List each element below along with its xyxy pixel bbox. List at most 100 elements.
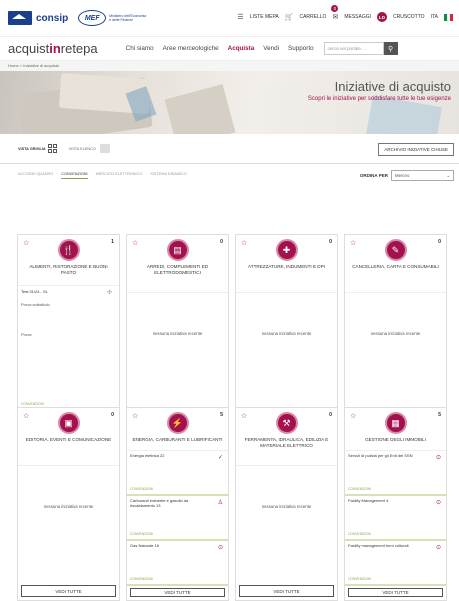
liste-mepa-link[interactable]: LISTE MEPA (250, 14, 279, 20)
initiative-item[interactable]: Facility Management 4 ⊙ CONVENZIONI (345, 496, 446, 541)
archive-button[interactable]: ARCHIVIO INIZIATIVE CHIUSE (378, 143, 454, 156)
tab-sistema-dinamico[interactable]: SISTEMA DINAMICO (150, 172, 187, 178)
initiative-title[interactable]: Carburanti extrarete e gasolio da riscal… (130, 498, 210, 508)
nav-supporto[interactable]: Supporto (288, 45, 314, 52)
cruscotto-link[interactable]: CRUSCOTTO (393, 14, 425, 20)
initiative-title[interactable]: Gas Naturale 16 (130, 543, 210, 548)
card-header[interactable]: ☆ 5 ⚡ ENERGIA, CARBURANTI E LUBRIFICANTI (127, 408, 228, 451)
list-view-label[interactable]: VISTA ELENCO (69, 147, 96, 151)
carrello-link[interactable]: CARRELLO (299, 14, 326, 20)
card-header[interactable]: ☆ 1 🍴 ALIMENTI, RISTORAZIONE E BUONI PASTO (18, 235, 119, 287)
card-header[interactable]: ☆ 0 ⚒ FERRAMENTA, IDRAULICA, EDILIZIA E MAT… (236, 408, 337, 466)
status-icon: ✓ (217, 454, 223, 461)
card-body: Test 01/24 - SL ✣ Prova sottotitolo Prova CO… (18, 286, 119, 412)
star-icon[interactable]: ☆ (132, 239, 138, 247)
card-title[interactable]: FERRAMENTA, IDRAULICA, EDILIZIA E MATERI… (236, 437, 337, 450)
language-selector[interactable]: ITA (431, 14, 438, 20)
spinner-icon: ✣ (106, 290, 112, 297)
initiative-item[interactable]: Gas Naturale 16 ⊙ CONVENZIONI (127, 541, 228, 586)
mef-logo[interactable]: MEF Ministero dell'Economia e delle Fina… (78, 10, 147, 26)
cards-row-2: ☆ 0 ▣ EDITORIA, EVENTI E COMUNICAZIONE nessu… (17, 407, 449, 601)
mef-mark: MEF (78, 10, 107, 26)
sort-label: ORDINA PER (359, 173, 388, 178)
search-button[interactable]: ⚲ (383, 42, 398, 55)
initiative-title[interactable]: Energia elettrica 22 (130, 453, 210, 458)
card-count: 0 (111, 412, 114, 418)
category-card: ☆ 0 ▤ ARREDI, COMPLEMENTI ED ELETTRODOMESTI… (126, 234, 229, 428)
grid-view-label[interactable]: VISTA GRIGLIA (18, 147, 46, 151)
cart-icon: 🛒 (284, 14, 294, 21)
search-input[interactable]: cerca nel portale ... (323, 42, 384, 55)
initiative-title[interactable]: Servizi di pulizia per gli Enti del SSN (348, 453, 428, 458)
user-avatar[interactable]: LD (377, 12, 387, 22)
food-icon: 🍴 (57, 239, 80, 261)
initiative-title[interactable]: Test 01/24 - SL (21, 289, 116, 294)
nav-aree-merceologiche[interactable]: Aree merceologiche (163, 45, 219, 52)
list-icon: ☰ (237, 14, 244, 21)
initiative-item[interactable]: Energia elettrica 22 ✓ CONVENZIONI (127, 451, 228, 496)
nav-chi-siamo[interactable]: Chi siamo (126, 45, 154, 52)
initiative-item[interactable]: Facility management beni culturali ⊙ CONVE… (345, 541, 446, 586)
category-card: ☆ 0 ⚒ FERRAMENTA, IDRAULICA, EDILIZIA E MAT… (235, 407, 338, 601)
breadcrumb[interactable]: Home > Iniziative di acquisto (0, 61, 459, 71)
chevron-down-icon: ⌄ (446, 173, 450, 178)
initiative-title[interactable]: Facility management beni culturali (348, 543, 428, 548)
acquistinretepa-logo[interactable]: acquistinretepa (8, 41, 98, 56)
media-icon: ▣ (57, 412, 80, 434)
star-icon[interactable]: ☆ (350, 412, 356, 420)
card-header[interactable]: ☆ 0 ✚ ATTREZZATURE, INDUMENTI E DPI (236, 235, 337, 293)
messaggi-link[interactable]: MESSAGGI (344, 14, 371, 20)
card-title[interactable]: ALIMENTI, RISTORAZIONE E BUONI PASTO (18, 264, 119, 277)
star-icon[interactable]: ☆ (241, 412, 247, 420)
card-title[interactable]: ARREDI, COMPLEMENTI ED ELETTRODOMESTICI (127, 264, 228, 277)
card-count: 1 (111, 239, 114, 245)
sort-select[interactable]: Merceo ⌄ (391, 170, 454, 181)
star-icon[interactable]: ☆ (350, 239, 356, 247)
card-title[interactable]: ATTREZZATURE, INDUMENTI E DPI (236, 264, 337, 270)
filter-tabs: ACCORDI QUADRO CONVENZIONI MERCATO ELETT… (0, 164, 459, 186)
initiative-item[interactable]: Servizi di pulizia per gli Enti del SSN ⊙… (345, 451, 446, 496)
card-title[interactable]: EDITORIA, EVENTI E COMUNICAZIONE (18, 437, 119, 443)
status-icon: ⊙ (435, 499, 441, 506)
initiative-item[interactable]: Test 01/24 - SL ✣ Prova sottotitolo Prova CO… (18, 286, 119, 412)
card-header[interactable]: ☆ 5 ▦ GESTIONE DEGLI IMMOBILI (345, 408, 446, 451)
star-icon[interactable]: ☆ (23, 412, 29, 420)
messages-icon[interactable]: ✉ 0 (331, 5, 339, 21)
card-count: 0 (220, 239, 223, 245)
vedi-tutte-button[interactable]: VEDI TUTTE (348, 587, 443, 597)
star-icon[interactable]: ☆ (132, 412, 138, 420)
messages-badge: 0 (331, 5, 339, 12)
view-toggle-bar: VISTA GRIGLIA VISTA ELENCO ARCHIVIO INIZ… (0, 134, 459, 164)
appliance-icon: ▤ (166, 239, 189, 261)
star-icon[interactable]: ☆ (241, 239, 247, 247)
card-header[interactable]: ☆ 0 ▣ EDITORIA, EVENTI E COMUNICAZIONE (18, 408, 119, 466)
card-body: nessuna iniziativa recente (236, 293, 337, 410)
tools-icon: ✚ (275, 239, 298, 261)
list-view-icon[interactable] (99, 144, 110, 153)
card-title[interactable]: CANCELLERIA, CARTA E CONSUMABILI (345, 264, 446, 270)
tab-convenzioni[interactable]: CONVENZIONI (61, 172, 88, 179)
initiative-tag: CONVENZIONI (130, 531, 153, 536)
tab-accordi-quadro[interactable]: ACCORDI QUADRO (18, 172, 53, 178)
hardware-icon: ⚒ (275, 412, 298, 434)
card-header[interactable]: ☆ 0 ✎ CANCELLERIA, CARTA E CONSUMABILI (345, 235, 446, 293)
italy-flag-icon (444, 13, 453, 21)
consip-logo[interactable]: consip (8, 11, 68, 25)
card-header[interactable]: ☆ 0 ▤ ARREDI, COMPLEMENTI ED ELETTRODOMESTI… (127, 235, 228, 293)
vedi-tutte-button[interactable]: VEDI TUTTE (239, 585, 334, 597)
initiative-tag: CONVENZIONI (348, 531, 371, 536)
nav-acquista[interactable]: Acquista (228, 45, 255, 52)
vedi-tutte-button[interactable]: VEDI TUTTE (21, 585, 116, 597)
card-title[interactable]: GESTIONE DEGLI IMMOBILI (345, 437, 446, 443)
star-icon[interactable]: ☆ (23, 239, 29, 247)
tab-mercato-elettronico[interactable]: MERCATO ELETTRONICO (96, 172, 143, 178)
initiative-title[interactable]: Facility Management 4 (348, 498, 428, 503)
initiative-item[interactable]: Carburanti extrarete e gasolio da riscal… (127, 496, 228, 541)
card-title[interactable]: ENERGIA, CARBURANTI E LUBRIFICANTI (127, 437, 228, 443)
grid-view-icon[interactable] (47, 144, 57, 153)
initiative-tag: CONVENZIONI (130, 576, 153, 581)
card-count: 5 (438, 412, 441, 418)
vedi-tutte-button[interactable]: VEDI TUTTE (130, 587, 225, 597)
stationery-icon: ✎ (384, 239, 407, 261)
nav-vendi[interactable]: Vendi (263, 45, 279, 52)
